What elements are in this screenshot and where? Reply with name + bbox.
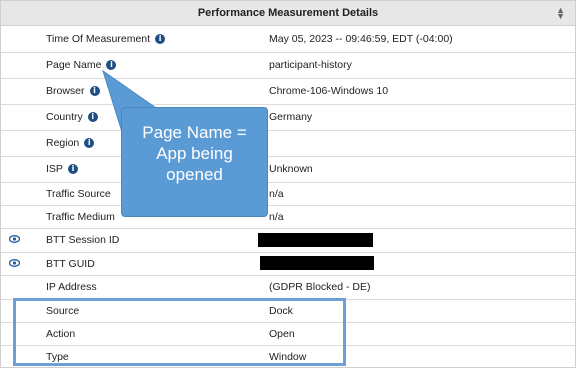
- panel-title: Performance Measurement Details: [197, 7, 379, 19]
- performance-details-panel: Performance Measurement Details ▲ ▼ Time …: [0, 0, 576, 368]
- redacted-value: [258, 233, 373, 247]
- callout-line: App being: [156, 144, 233, 163]
- info-icon[interactable]: i: [155, 34, 166, 44]
- row-label-btt-session-id: BTT Session ID: [46, 234, 120, 246]
- info-icon[interactable]: i: [67, 164, 78, 174]
- row-label-page-name: Page Name i: [46, 59, 117, 71]
- callout-line: Page Name =: [142, 123, 247, 142]
- sort-icon[interactable]: ▲ ▼: [556, 6, 565, 21]
- annotation-callout: Page Name = App being opened: [121, 107, 268, 217]
- detail-row: Page Name i participant-history: [1, 52, 575, 79]
- detail-row: Country i Germany: [1, 104, 575, 131]
- detail-row: BTT Session ID: [1, 228, 575, 253]
- row-value-source: Dock: [269, 304, 293, 317]
- row-value-type: Window: [269, 350, 307, 363]
- row-label-browser: Browser i: [46, 85, 100, 97]
- redacted-value: [260, 256, 374, 270]
- detail-row: Type Window: [1, 345, 575, 368]
- row-value-page-name: participant-history: [269, 59, 352, 71]
- row-label-btt-guid: BTT GUID: [46, 257, 95, 270]
- info-icon[interactable]: i: [87, 112, 98, 122]
- detail-row: BTT GUID: [1, 252, 575, 276]
- eye-icon[interactable]: [8, 234, 21, 246]
- row-value-browser: Chrome-106-Windows 10: [269, 85, 389, 97]
- row-label-traffic-source: Traffic Source: [46, 187, 111, 200]
- row-value-traffic-medium: n/a: [269, 210, 284, 223]
- detail-row: Time Of Measurement i May 05, 2023 -- 09…: [1, 26, 575, 53]
- row-label-ip-address: IP Address: [46, 281, 97, 293]
- row-label-country: Country i: [46, 111, 98, 123]
- row-value-traffic-source: n/a: [269, 187, 284, 200]
- info-icon[interactable]: i: [106, 60, 117, 70]
- row-label-traffic-medium: Traffic Medium: [46, 210, 115, 223]
- info-icon[interactable]: i: [84, 138, 95, 148]
- row-value-time: May 05, 2023 -- 09:46:59, EDT (-04:00): [269, 33, 453, 45]
- callout-line: opened: [166, 165, 223, 184]
- row-value-isp: Unknown: [269, 163, 313, 175]
- row-label-type: Type: [46, 350, 69, 363]
- info-icon[interactable]: i: [89, 86, 100, 96]
- row-value-country: Germany: [269, 111, 313, 123]
- detail-row: Browser i Chrome-106-Windows 10: [1, 78, 575, 105]
- detail-row: Traffic Medium n/a: [1, 205, 575, 229]
- detail-row: Region i: [1, 130, 575, 157]
- row-label-source: Source: [46, 304, 80, 317]
- detail-row: Action Open: [1, 322, 575, 346]
- detail-row: Traffic Source n/a: [1, 182, 575, 206]
- detail-row: ISP i Unknown: [1, 156, 575, 183]
- row-label-region: Region i: [46, 137, 95, 149]
- row-label-action: Action: [46, 327, 76, 340]
- row-value-action: Open: [269, 327, 295, 340]
- eye-icon[interactable]: [8, 258, 21, 270]
- panel-header[interactable]: Performance Measurement Details ▲ ▼: [1, 1, 575, 26]
- detail-row: IP Address (GDPR Blocked - DE): [1, 275, 575, 300]
- row-label-isp: ISP i: [46, 163, 78, 175]
- detail-row: Source Dock: [1, 299, 575, 323]
- row-label-time: Time Of Measurement i: [46, 33, 166, 45]
- row-value-ip-address: (GDPR Blocked - DE): [269, 281, 371, 293]
